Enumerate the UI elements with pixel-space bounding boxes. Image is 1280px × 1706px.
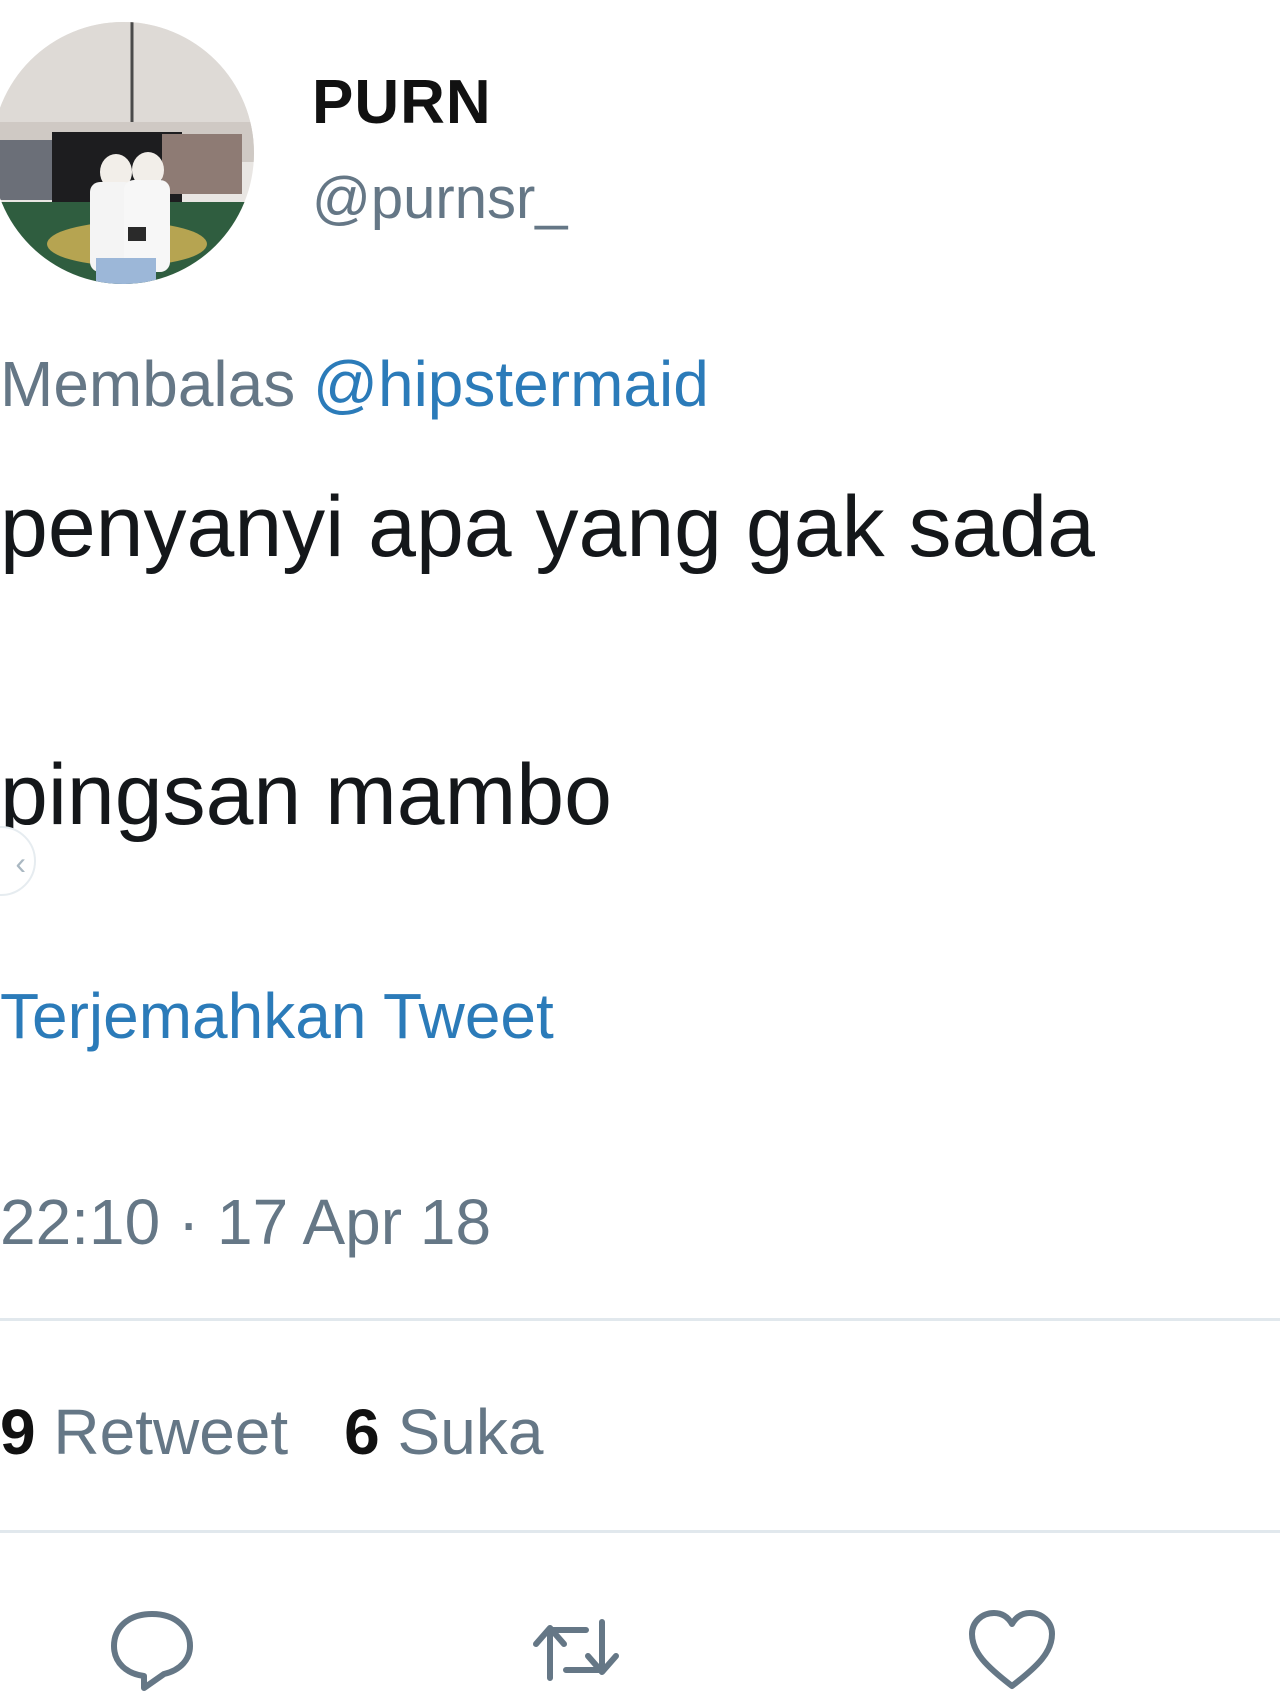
divider xyxy=(0,1318,1280,1321)
divider xyxy=(0,1530,1280,1533)
like-stat[interactable]: 6 Suka xyxy=(344,1396,543,1468)
tweet-text-line-1: penyanyi apa yang gak sada xyxy=(0,479,1095,575)
retweet-button[interactable] xyxy=(530,1608,622,1692)
translate-tweet-link[interactable]: Terjemahkan Tweet xyxy=(0,984,554,1048)
user-handle[interactable]: @purnsr_ xyxy=(312,170,568,228)
reply-prefix: Membalas xyxy=(0,348,296,420)
reply-button[interactable] xyxy=(106,1608,198,1692)
tweet-text-line-2: pingsan mambo xyxy=(0,747,612,843)
heart-icon xyxy=(969,1610,1055,1689)
reply-icon xyxy=(111,1611,193,1691)
retweet-label: Retweet xyxy=(53,1396,289,1468)
tweet-timestamp[interactable]: 22:10 · 17 Apr 18 xyxy=(0,1190,491,1254)
display-name[interactable]: PURN xyxy=(312,72,492,134)
retweet-icon xyxy=(533,1619,619,1681)
retweet-stat[interactable]: 9 Retweet xyxy=(0,1396,288,1468)
reply-context: Membalas @hipstermaid xyxy=(0,352,709,416)
retweet-count: 9 xyxy=(0,1396,36,1468)
avatar-photo xyxy=(0,22,254,284)
like-count: 6 xyxy=(344,1396,380,1468)
reply-mention-link[interactable]: @hipstermaid xyxy=(313,348,709,420)
avatar[interactable] xyxy=(0,22,254,284)
like-label: Suka xyxy=(397,1396,544,1468)
tweet-stats: 9 Retweet 6 Suka xyxy=(0,1400,543,1464)
like-button[interactable] xyxy=(966,1608,1058,1692)
